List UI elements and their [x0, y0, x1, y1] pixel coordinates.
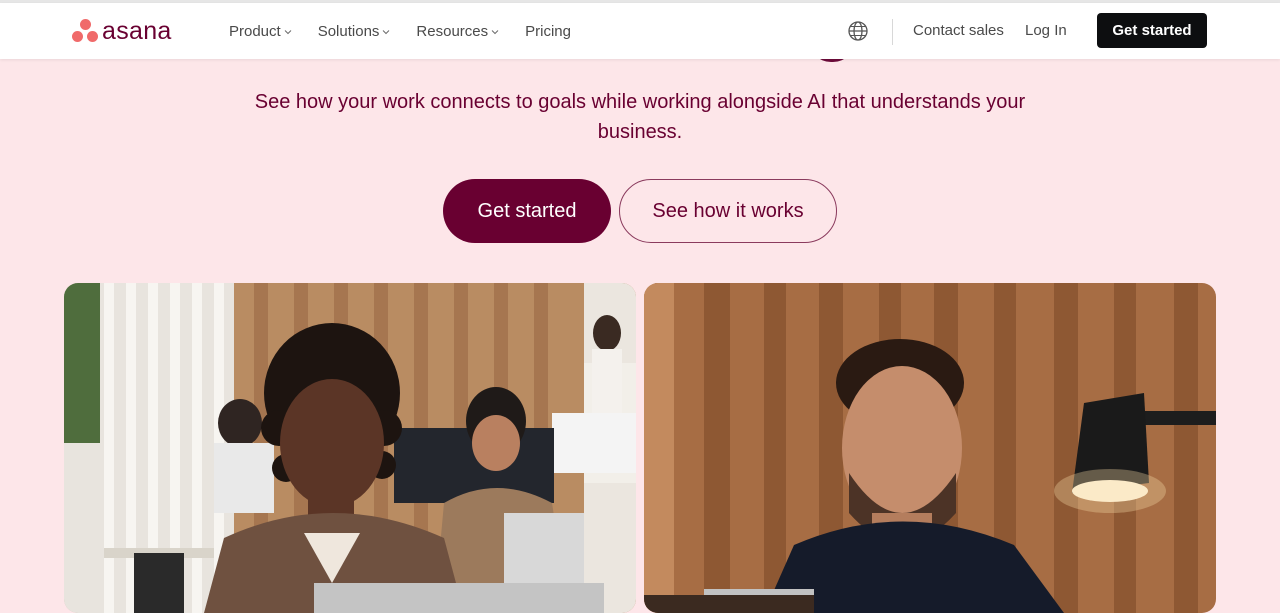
log-in-link[interactable]: Log In [1025, 22, 1067, 39]
nav-resources-label: Resources [416, 22, 489, 40]
chevron-down-icon [491, 29, 499, 34]
site-header: asana Product Solutions Resources Pricin… [0, 3, 1280, 59]
chevron-down-icon [284, 29, 292, 34]
header-get-started-button[interactable]: Get started [1097, 13, 1207, 48]
globe-icon[interactable] [847, 20, 869, 42]
nav-solutions-label: Solutions [317, 22, 380, 40]
see-how-it-works-button[interactable]: See how it works [619, 179, 837, 243]
nav-pricing[interactable]: Pricing [525, 23, 571, 40]
nav-pricing-label: Pricing [525, 22, 571, 40]
nav-resources[interactable]: Resources [416, 23, 499, 40]
chevron-down-icon [383, 29, 390, 34]
nav-product[interactable]: Product [229, 23, 292, 40]
photo-woman-at-laptop [64, 283, 636, 613]
asana-logo[interactable]: asana [72, 17, 172, 45]
header-divider [892, 19, 893, 45]
hero-subtitle: See how your work connects to goals whil… [254, 91, 1026, 143]
hero-get-started-button[interactable]: Get started [443, 179, 611, 243]
logo-text: asana [102, 17, 172, 45]
nav-product-label: Product [229, 22, 281, 40]
asana-logo-icon [72, 19, 98, 43]
contact-sales-link[interactable]: Contact sales [913, 22, 1004, 39]
photo-man-at-laptop [644, 283, 1216, 613]
nav-solutions[interactable]: Solutions [318, 23, 391, 40]
primary-nav: Product Solutions Resources Pricing [229, 3, 597, 59]
